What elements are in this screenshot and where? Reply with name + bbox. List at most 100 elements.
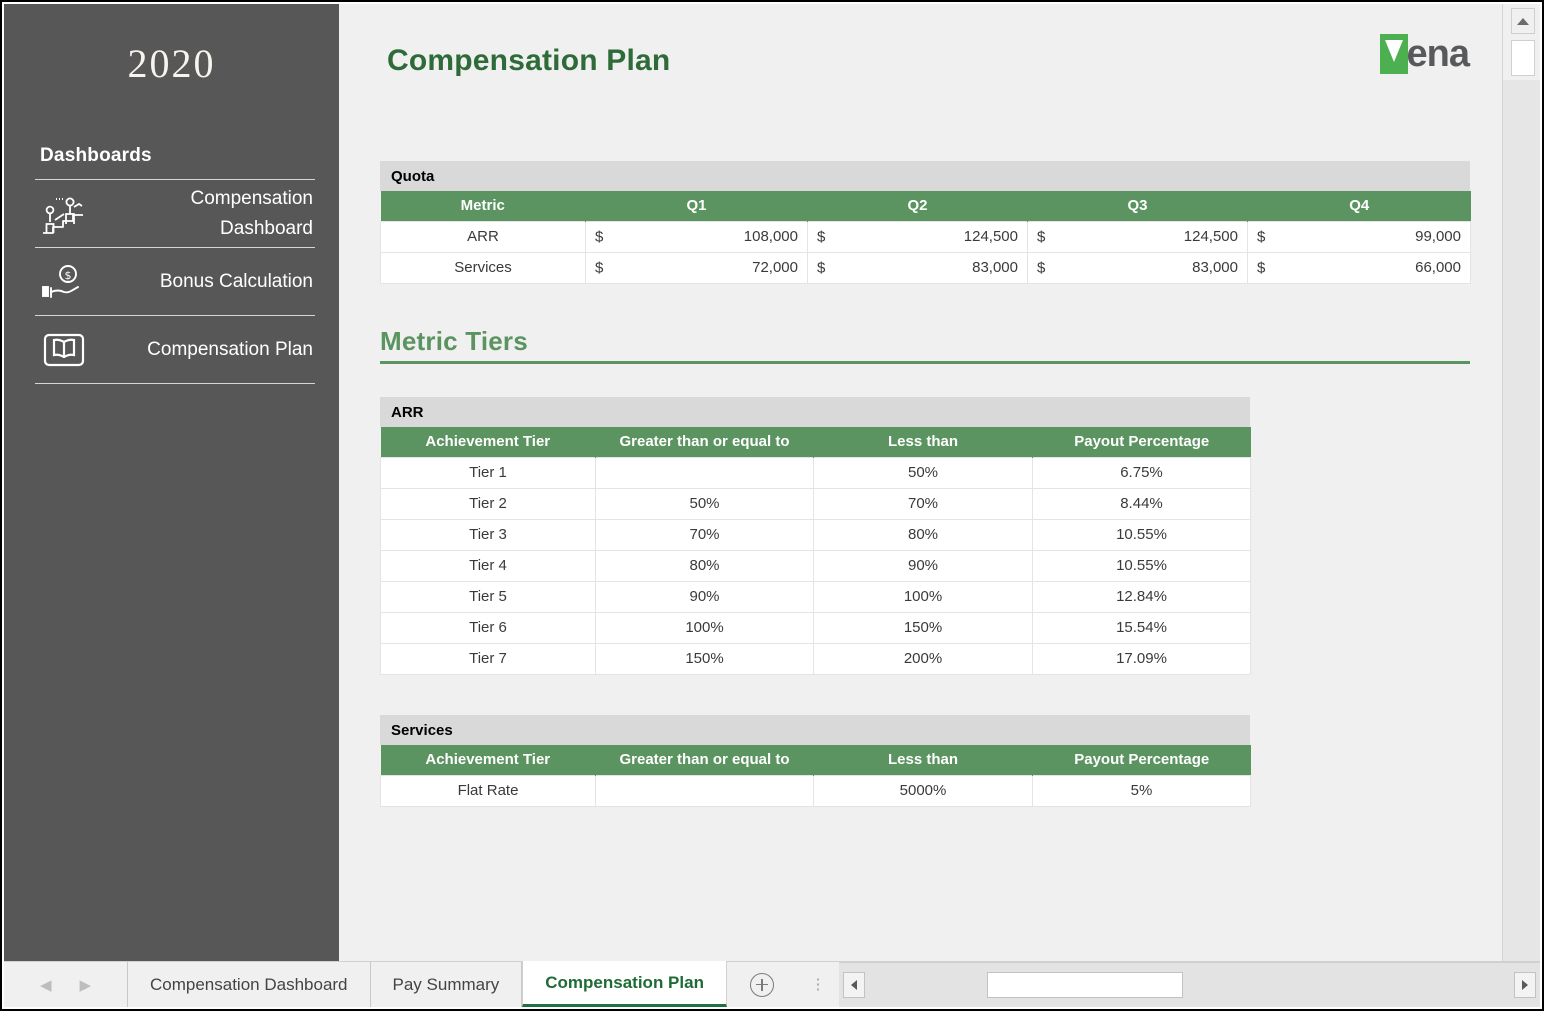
lt-cell: 50% (813, 456, 1033, 489)
sidebar-item-label: Bonus Calculation (159, 270, 313, 292)
table-row[interactable]: Services $72,000 $83,000 $83,000 $66,000 (380, 251, 1471, 284)
worksheet-area: Compensation Plan ena Quota Metric Q1 Q2… (339, 4, 1502, 965)
sheet-tab-label: Pay Summary (392, 974, 500, 994)
currency-symbol: $ (1257, 228, 1266, 245)
quota-q1-cell: $108,000 (585, 220, 808, 253)
gte-cell: 50% (595, 487, 814, 520)
vertical-scrollbar[interactable] (1502, 4, 1540, 965)
plus-circle-icon (749, 972, 774, 997)
quota-table-block: Quota Metric Q1 Q2 Q3 Q4 ARR $ 108,000 $… (380, 161, 1471, 284)
payout-cell: 6.75% (1032, 456, 1251, 489)
quota-metric-cell: Services (380, 251, 586, 284)
value: 72,000 (752, 259, 798, 276)
quota-metric-cell: ARR (380, 220, 586, 253)
section-title: Metric Tiers (380, 326, 528, 356)
horizontal-scrollbar-thumb[interactable] (986, 972, 1183, 998)
payout-cell: 17.09% (1032, 642, 1251, 675)
sheet-tab-compensation-dashboard[interactable]: Compensation Dashboard (128, 962, 371, 1007)
services-header-row: Achievement Tier Greater than or equal t… (380, 745, 1251, 775)
lt-cell: 150% (813, 611, 1033, 644)
sheet-tabs: Compensation Dashboard Pay Summary Compe… (128, 961, 727, 1007)
table-row[interactable]: Tier 6 100% 150% 15.54% (380, 611, 1251, 644)
table-row[interactable]: Flat Rate 5000% 5% (380, 774, 1251, 807)
col-less-than: Less than (813, 745, 1033, 775)
sidebar-item-bonus-calculation[interactable]: $ Bonus Calculation (35, 248, 315, 316)
quota-q2-cell: $124,500 (807, 220, 1028, 253)
lt-cell: 70% (813, 487, 1033, 520)
hscroll-right-button[interactable] (1514, 972, 1536, 998)
table-row[interactable]: Tier 3 70% 80% 10.55% (380, 518, 1251, 551)
quota-caption: Quota (380, 161, 1470, 191)
sidebar-item-compensation-dashboard[interactable]: Compensation Dashboard (35, 180, 315, 248)
chevron-right-icon[interactable]: ▶ (79, 976, 91, 994)
lt-cell: 90% (813, 549, 1033, 582)
value: 108,000 (743, 228, 798, 245)
currency-symbol: $ (1037, 259, 1046, 276)
gte-cell: 90% (595, 580, 814, 613)
horizontal-scrollbar[interactable] (838, 962, 1540, 1007)
col-achievement-tier: Achievement Tier (380, 745, 596, 775)
vena-v-mark-icon (1379, 34, 1408, 74)
table-row[interactable]: Tier 1 50% 6.75% (380, 456, 1251, 489)
quota-q3-cell: $124,500 (1027, 220, 1248, 253)
payout-cell: 8.44% (1032, 487, 1251, 520)
payout-cell: 5% (1032, 774, 1251, 807)
vena-logo: ena (1379, 34, 1470, 76)
sidebar-nav-list: Compensation Dashboard $ Bonus Calculati… (35, 179, 315, 384)
col-payout-percentage: Payout Percentage (1032, 745, 1251, 775)
tier-cell: Tier 7 (380, 642, 596, 675)
tier-cell: Tier 4 (380, 549, 596, 582)
sheet-tab-compensation-plan[interactable]: Compensation Plan (522, 961, 727, 1007)
arr-tier-rows: Tier 1 50% 6.75% Tier 2 50% 70% 8.44% Tier 37… (380, 456, 1251, 675)
vertical-scrollbar-track[interactable] (1503, 80, 1540, 965)
quota-col-metric: Metric (380, 191, 586, 221)
arr-header-row: Achievement Tier Greater than or equal t… (380, 427, 1251, 457)
sidebar-item-compensation-plan[interactable]: Compensation Plan (35, 316, 315, 384)
value: 83,000 (972, 259, 1018, 276)
people-stairs-icon (35, 190, 93, 238)
open-book-icon (35, 326, 93, 374)
gte-cell: 100% (595, 611, 814, 644)
quota-col-q1: Q1 (585, 191, 808, 221)
value: 66,000 (1415, 259, 1461, 276)
table-row[interactable]: ARR $108,000 $124,500 $124,500 $99,000 (380, 220, 1471, 253)
currency-symbol: $ (1037, 228, 1046, 245)
tier-cell: Tier 2 (380, 487, 596, 520)
lt-cell: 100% (813, 580, 1033, 613)
svg-text:$: $ (65, 269, 72, 282)
col-greater-than-or-equal: Greater than or equal to (595, 745, 814, 775)
chevron-left-icon[interactable]: ◀ (40, 976, 52, 994)
value: 124,500 (1183, 228, 1238, 245)
table-row[interactable]: Tier 2 50% 70% 8.44% (380, 487, 1251, 520)
quota-q3-cell: $83,000 (1027, 251, 1248, 284)
tab-split-handle[interactable]: ⋮ (797, 962, 839, 1007)
add-sheet-button[interactable] (727, 962, 797, 1007)
chevron-up-icon (1517, 17, 1529, 25)
sidebar-item-label: Compensation Dashboard (190, 188, 313, 239)
lt-cell: 200% (813, 642, 1033, 675)
services-tier-table: Achievement Tier Greater than or equal t… (380, 745, 1251, 807)
hscroll-left-button[interactable] (842, 972, 865, 998)
scroll-up-button[interactable] (1511, 8, 1535, 34)
quota-q2-cell: $83,000 (807, 251, 1028, 284)
arr-tier-table: Achievement Tier Greater than or equal t… (380, 427, 1251, 675)
col-less-than: Less than (813, 427, 1033, 457)
quota-table: Metric Q1 Q2 Q3 Q4 ARR $108,000 $124,500… (380, 191, 1471, 284)
quota-q1-cell: $72,000 (585, 251, 808, 284)
payout-cell: 15.54% (1032, 611, 1251, 644)
quota-col-q2: Q2 (807, 191, 1028, 221)
sheet-tab-pay-summary[interactable]: Pay Summary (370, 962, 523, 1007)
payout-cell: 12.84% (1032, 580, 1251, 613)
lt-cell: 5000% (813, 774, 1033, 807)
currency-symbol: $ (595, 228, 604, 245)
quota-q4-cell: $99,000 (1247, 220, 1471, 253)
sidebar-section-label: Dashboards (40, 145, 152, 166)
tier-cell: Tier 5 (380, 580, 596, 613)
table-row[interactable]: Tier 7 150% 200% 17.09% (380, 642, 1251, 675)
table-row[interactable]: Tier 4 80% 90% 10.55% (380, 549, 1251, 582)
currency-symbol: $ (817, 228, 826, 245)
vertical-scrollbar-thumb[interactable] (1511, 40, 1535, 76)
sheet-tab-label: Compensation Plan (545, 972, 704, 992)
gte-cell: 80% (595, 549, 814, 582)
table-row[interactable]: Tier 5 90% 100% 12.84% (380, 580, 1251, 613)
